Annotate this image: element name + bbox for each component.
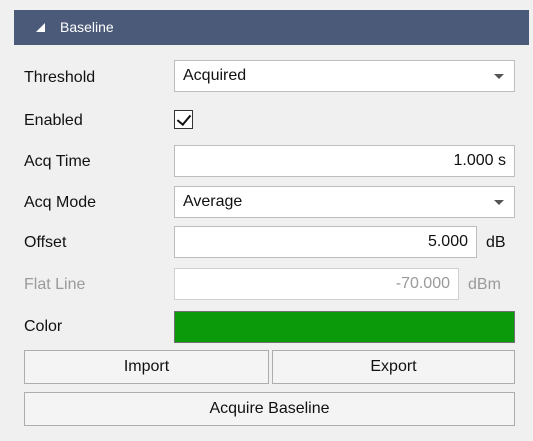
flat-line-value: -70.000 — [395, 275, 450, 292]
acq-mode-dropdown[interactable]: Average — [174, 186, 515, 218]
threshold-value: Acquired — [183, 67, 247, 84]
baseline-section-header[interactable]: Baseline — [14, 10, 529, 45]
flat-line-label: Flat Line — [24, 276, 86, 293]
threshold-dropdown[interactable]: Acquired — [174, 60, 515, 92]
flat-line-unit: dBm — [468, 276, 501, 293]
import-button[interactable]: Import — [24, 350, 269, 384]
acq-time-field[interactable]: 1.000 s — [174, 145, 515, 177]
color-label: Color — [24, 318, 63, 335]
acq-mode-value: Average — [183, 193, 243, 210]
section-title: Baseline — [60, 19, 114, 35]
checkmark-icon — [176, 110, 192, 127]
acquire-baseline-button[interactable]: Acquire Baseline — [24, 392, 515, 426]
offset-unit: dB — [486, 234, 506, 251]
chevron-down-icon — [494, 200, 504, 205]
offset-field[interactable]: 5.000 — [174, 226, 477, 258]
acq-time-label: Acq Time — [24, 153, 91, 170]
threshold-label: Threshold — [24, 69, 96, 86]
color-swatch[interactable] — [174, 311, 515, 343]
collapse-triangle-icon[interactable] — [36, 23, 45, 32]
export-button[interactable]: Export — [272, 350, 515, 384]
offset-value: 5.000 — [427, 233, 468, 250]
acq-mode-label: Acq Mode — [24, 194, 97, 211]
offset-label: Offset — [24, 234, 67, 251]
enabled-label: Enabled — [24, 112, 83, 129]
chevron-down-icon — [494, 74, 504, 79]
flat-line-field: -70.000 — [174, 268, 459, 300]
acq-time-value: 1.000 s — [453, 152, 506, 169]
enabled-checkbox[interactable] — [174, 110, 193, 129]
